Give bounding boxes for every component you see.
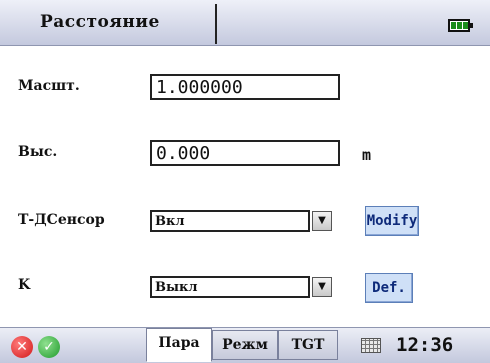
height-field[interactable] — [150, 140, 340, 166]
height-unit: m — [362, 146, 372, 164]
scale-field[interactable] — [150, 74, 340, 100]
tab-tgt[interactable]: TGT — [278, 330, 338, 360]
tsensor-value: Вкл — [155, 214, 185, 229]
modify-button[interactable]: Modify — [365, 206, 419, 236]
k-label: K — [18, 277, 31, 293]
bottom-bar: ✕ ✓ Пара Режм TGT 12:36 — [0, 327, 490, 363]
title-bar: Расстояние — [0, 0, 490, 46]
clock: 12:36 — [396, 334, 454, 356]
default-button[interactable]: Def. — [365, 273, 413, 303]
page-title: Расстояние — [40, 12, 160, 32]
chevron-down-icon[interactable]: ▼ — [312, 211, 332, 231]
tab-para[interactable]: Пара — [146, 328, 212, 362]
chevron-down-icon[interactable]: ▼ — [312, 277, 332, 297]
battery-icon — [448, 19, 473, 32]
check-icon[interactable]: ✓ — [38, 336, 60, 358]
scale-label: Масшт. — [18, 78, 80, 94]
tsensor-select[interactable]: Вкл ▼ — [150, 210, 332, 232]
tab-mode[interactable]: Режм — [212, 330, 278, 360]
keyboard-icon[interactable] — [361, 338, 381, 353]
k-value: Выкл — [155, 280, 198, 295]
height-label: Выс. — [18, 144, 58, 160]
title-divider — [215, 4, 217, 44]
close-icon[interactable]: ✕ — [11, 336, 33, 358]
k-select[interactable]: Выкл ▼ — [150, 276, 332, 298]
tsensor-label: Т-ДСенсор — [18, 212, 105, 228]
